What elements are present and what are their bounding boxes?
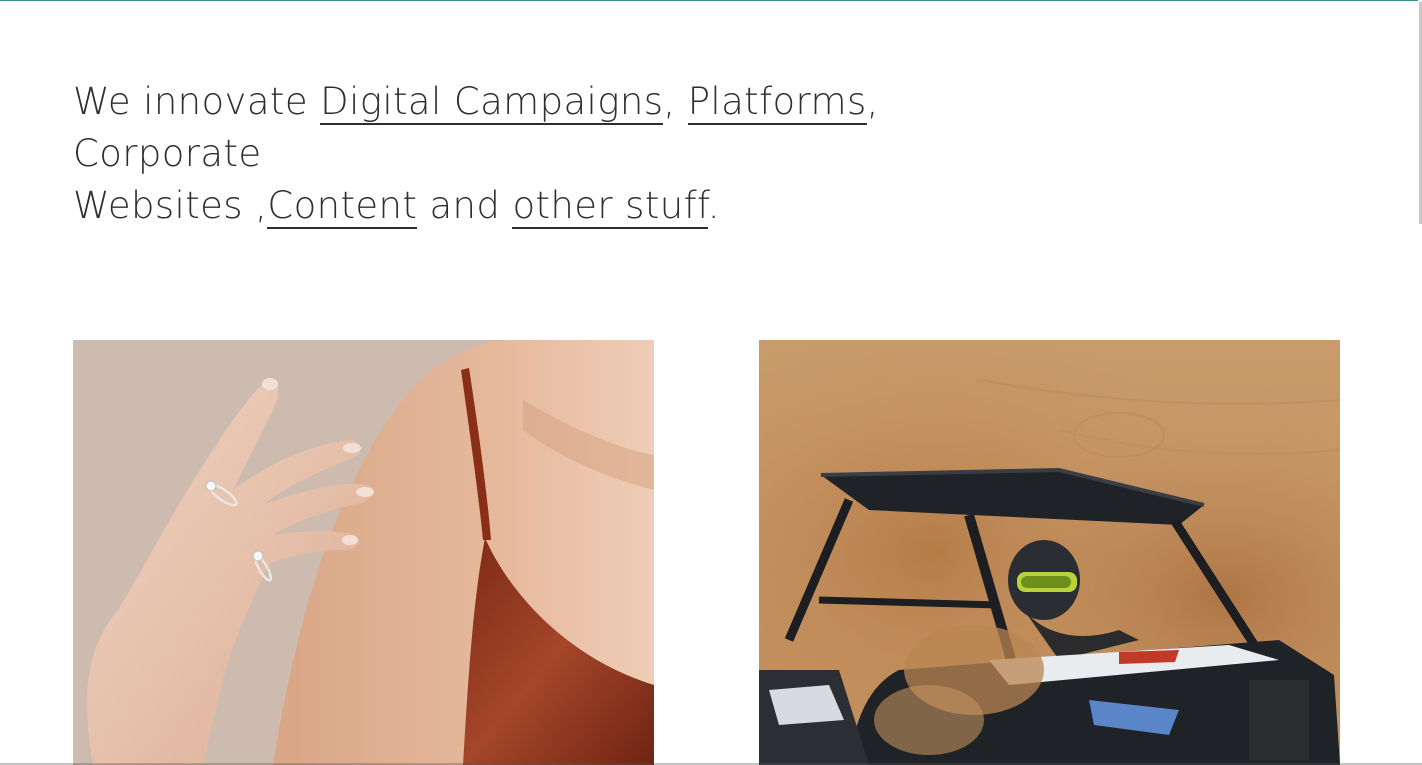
- headline-separator: ,: [255, 184, 268, 227]
- headline-conjunction: and: [429, 184, 501, 227]
- link-other-stuff[interactable]: other stuff: [512, 184, 708, 229]
- headline-separator: ,: [663, 80, 676, 123]
- headline-period: .: [707, 184, 720, 227]
- link-content[interactable]: Content: [267, 184, 418, 229]
- headline-text-corporate: Corporate: [73, 132, 262, 175]
- headline-text-websites: Websites: [73, 184, 243, 227]
- headline-intro: We innovate: [73, 80, 308, 123]
- link-digital-campaigns[interactable]: Digital Campaigns: [320, 80, 664, 125]
- scrollbar[interactable]: [1418, 0, 1422, 765]
- link-platforms[interactable]: Platforms: [687, 80, 867, 125]
- project-card-offroad[interactable]: [759, 340, 1340, 765]
- project-card-jewelry[interactable]: [73, 340, 654, 765]
- jewelry-photo: [73, 340, 654, 765]
- offroad-photo: [759, 340, 1340, 765]
- headline: We innovate Digital Campaigns, Platforms…: [73, 76, 1073, 232]
- top-border: [0, 0, 1422, 1]
- headline-separator: ,: [866, 80, 879, 123]
